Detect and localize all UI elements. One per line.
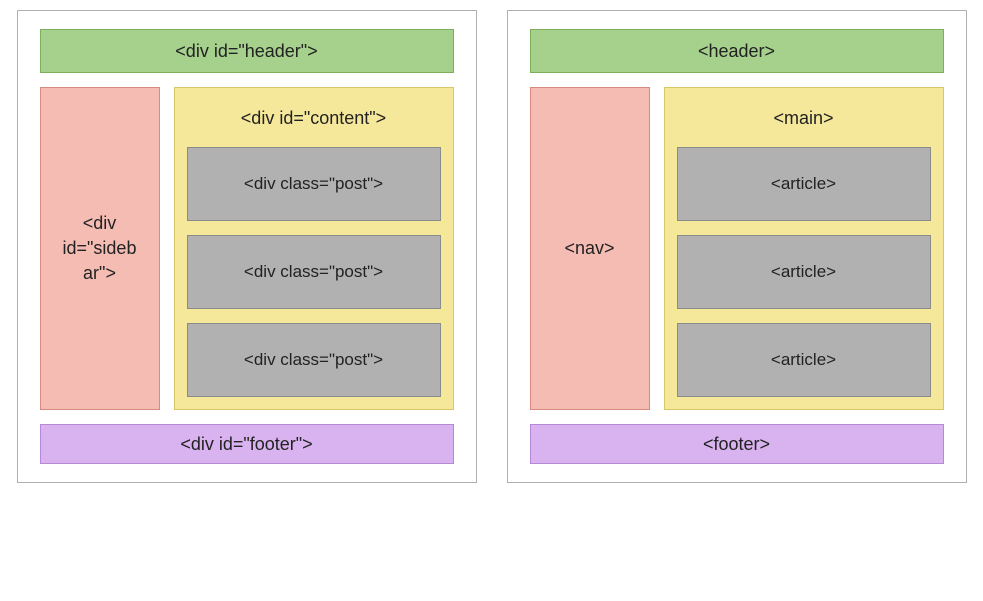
- main-label-semantic: <main>: [677, 100, 931, 133]
- panel-semantic-layout: <header> <nav> <main> <article> <article…: [507, 10, 967, 483]
- article-box-semantic: <article>: [677, 323, 931, 397]
- footer-label-div: <div id="footer">: [180, 434, 312, 455]
- middle-row-div: <div id="sideb ar"> <div id="content"> <…: [40, 87, 454, 410]
- post-box-div: <div class="post">: [187, 323, 441, 397]
- footer-box-semantic: <footer>: [530, 424, 944, 464]
- sidebar-box-div: <div id="sideb ar">: [40, 87, 160, 410]
- post-label-div: <div class="post">: [244, 174, 383, 194]
- article-box-semantic: <article>: [677, 147, 931, 221]
- footer-label-semantic: <footer>: [703, 434, 770, 455]
- post-box-div: <div class="post">: [187, 147, 441, 221]
- article-label-semantic: <article>: [771, 174, 836, 194]
- panel-div-layout: <div id="header"> <div id="sideb ar"> <d…: [17, 10, 477, 483]
- middle-row-semantic: <nav> <main> <article> <article> <articl…: [530, 87, 944, 410]
- sidebar-label-div: <div id="sideb ar">: [47, 211, 153, 287]
- content-box-div: <div id="content"> <div class="post"> <d…: [174, 87, 454, 410]
- article-label-semantic: <article>: [771, 262, 836, 282]
- header-box-semantic: <header>: [530, 29, 944, 73]
- nav-box-semantic: <nav>: [530, 87, 650, 410]
- content-label-div: <div id="content">: [187, 100, 441, 133]
- article-label-semantic: <article>: [771, 350, 836, 370]
- main-box-semantic: <main> <article> <article> <article>: [664, 87, 944, 410]
- post-box-div: <div class="post">: [187, 235, 441, 309]
- header-label-semantic: <header>: [698, 41, 775, 62]
- post-label-div: <div class="post">: [244, 262, 383, 282]
- footer-box-div: <div id="footer">: [40, 424, 454, 464]
- post-label-div: <div class="post">: [244, 350, 383, 370]
- article-box-semantic: <article>: [677, 235, 931, 309]
- header-label-div: <div id="header">: [175, 41, 317, 62]
- nav-label-semantic: <nav>: [564, 236, 614, 261]
- header-box-div: <div id="header">: [40, 29, 454, 73]
